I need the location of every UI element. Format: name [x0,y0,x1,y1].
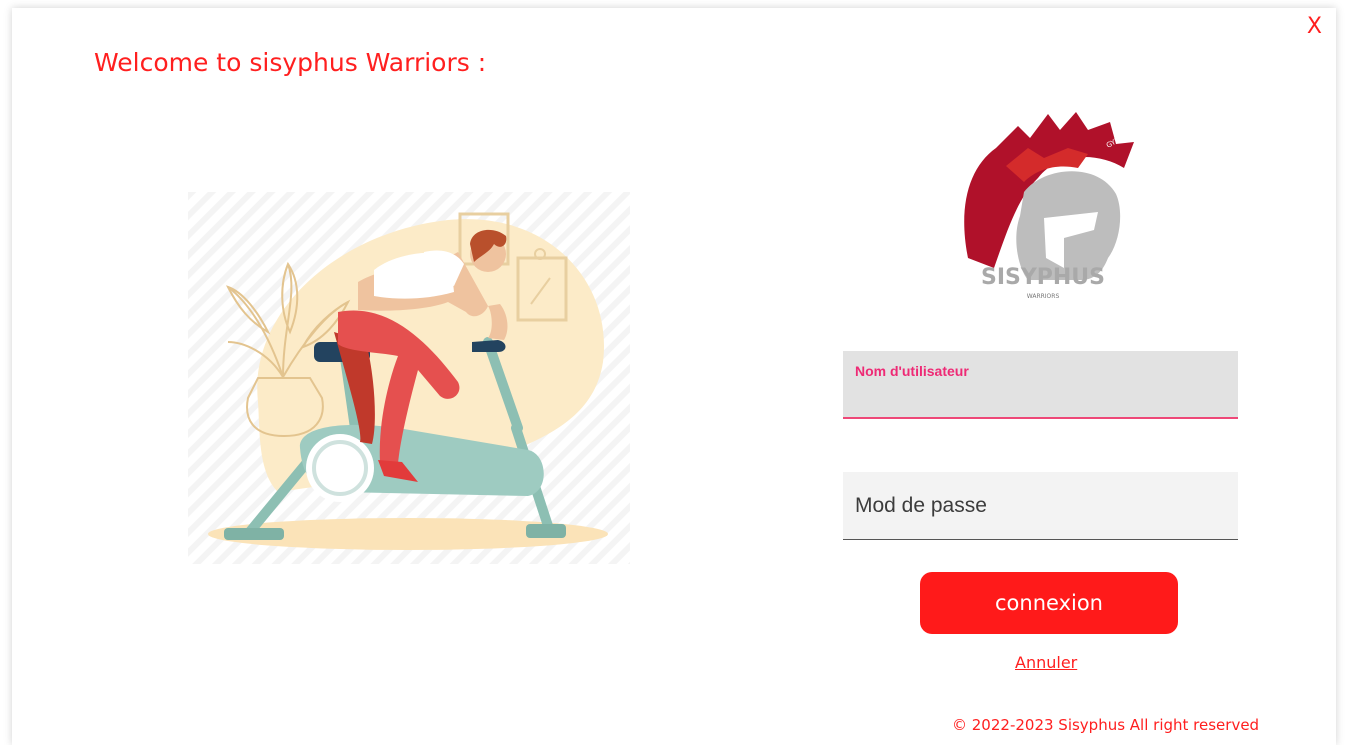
exercise-bike-illustration [188,192,630,564]
logo-sub-text: WARRIORS [1027,293,1060,300]
logo-brand-text: SISYPHUS [981,265,1105,290]
password-input[interactable] [843,472,1238,539]
spartan-helmet-logo-icon: SISYPHUS WARRIORS GYM [964,112,1134,300]
copyright-footer: © 2022-2023 Sisyphus All right reserved [952,716,1260,734]
username-field[interactable]: Nom d'utilisateur [843,351,1238,419]
welcome-title: Welcome to sisyphus Warriors : [94,48,487,77]
login-window: X Welcome to sisyphus Warriors : SISYPHU… [12,8,1336,745]
connexion-button[interactable]: connexion [920,572,1178,634]
username-input[interactable] [843,351,1238,417]
password-field[interactable] [843,472,1238,540]
cancel-link[interactable]: Annuler [1015,653,1077,672]
close-button[interactable]: X [1307,14,1322,39]
